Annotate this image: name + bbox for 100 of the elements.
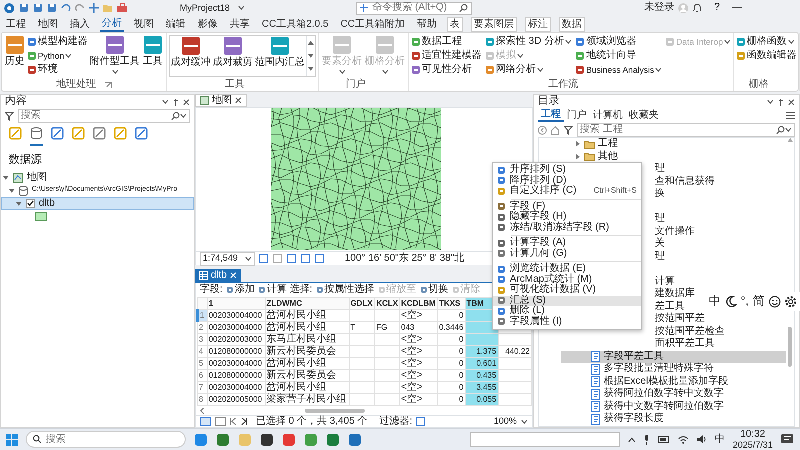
dialog-launcher-icon[interactable] bbox=[104, 82, 112, 88]
ribbon-button[interactable]: Python bbox=[27, 49, 88, 63]
search-box[interactable]: 搜索 bbox=[18, 109, 190, 123]
menu-item[interactable]: 降序排列 (D) bbox=[493, 176, 641, 186]
row-number[interactable]: 8 bbox=[198, 394, 208, 406]
tree-item-label[interactable]: 其他 bbox=[598, 150, 618, 163]
menu-item[interactable]: 冻结/取消冻结字段 (R) bbox=[493, 222, 641, 233]
moon-icon[interactable] bbox=[724, 296, 737, 308]
catalog-tab[interactable]: 工程 bbox=[538, 109, 564, 122]
app-icon[interactable] bbox=[260, 432, 274, 446]
menu-item[interactable]: ArcMap式统计 (M) bbox=[493, 274, 641, 285]
tree-item-label[interactable]: 获得中文数字转阿拉伯数字 bbox=[604, 400, 724, 413]
tree-item-label[interactable]: 换 bbox=[655, 188, 665, 200]
pan-icon[interactable] bbox=[89, 3, 99, 13]
row-number[interactable]: 3 bbox=[198, 334, 208, 346]
card-view-icon[interactable] bbox=[215, 417, 226, 426]
search-field[interactable]: 搜索 工程 bbox=[580, 124, 776, 136]
tree-item-label[interactable]: 多字段批量清理特殊字符 bbox=[604, 363, 714, 376]
gallery-item[interactable]: 范围内汇总 bbox=[254, 36, 306, 76]
tree-item-label[interactable]: 获得阿拉伯数字转中文数字 bbox=[604, 388, 724, 400]
close-icon[interactable] bbox=[183, 98, 190, 106]
tree-item-label[interactable]: 文件操作 bbox=[655, 226, 695, 238]
horizontal-scrollbar[interactable] bbox=[305, 409, 365, 413]
ime-button[interactable]: 简 bbox=[753, 294, 765, 309]
table-view-icon[interactable] bbox=[200, 417, 211, 426]
catalog-tab[interactable]: 门户 bbox=[564, 110, 590, 121]
ime-button[interactable]: °, bbox=[740, 294, 749, 309]
tree-item-label[interactable]: 计算 bbox=[655, 276, 675, 288]
scale-field[interactable]: 1:74,549 bbox=[200, 252, 255, 266]
toolbar-icon[interactable] bbox=[93, 127, 106, 140]
catalog-tab[interactable]: 计算机 bbox=[590, 110, 626, 121]
wifi-icon[interactable] bbox=[678, 435, 689, 444]
catalog-tab[interactable]: 收藏夹 bbox=[626, 110, 662, 121]
collapse-arrow-icon[interactable] bbox=[16, 200, 22, 207]
scroll-left-icon[interactable] bbox=[200, 408, 205, 414]
tree-item-label[interactable]: 获得字段长度 bbox=[604, 413, 664, 426]
ribbon-tab[interactable]: 插入 bbox=[68, 17, 92, 32]
expand-arrow-icon[interactable] bbox=[575, 141, 581, 148]
redo-icon[interactable] bbox=[75, 3, 85, 13]
taskbar-clock[interactable]: 10:32 2025/7/31 bbox=[732, 430, 773, 450]
speaker-icon[interactable] bbox=[696, 435, 707, 444]
search-icon[interactable] bbox=[459, 4, 468, 12]
ribbon-tab[interactable]: 共享 bbox=[228, 17, 252, 32]
toolbar-button[interactable]: 切换 bbox=[420, 283, 449, 297]
ribbon-button[interactable]: 函数编辑器 bbox=[736, 49, 798, 63]
menu-item[interactable]: 隐藏字段 (H) bbox=[493, 212, 641, 222]
menu-item[interactable]: 自定义排序 (C) Ctrl+Shift+S bbox=[493, 186, 641, 196]
view-tab[interactable]: dltb bbox=[195, 269, 242, 282]
tree-item-label[interactable]: 关 bbox=[655, 238, 665, 250]
menu-item[interactable]: 汇总 (S) bbox=[493, 296, 641, 306]
ribbon-button[interactable]: 数据工程 bbox=[411, 35, 482, 49]
home-icon[interactable] bbox=[551, 126, 560, 134]
gallery-item[interactable]: 成对裁剪 bbox=[212, 36, 254, 76]
row-number[interactable]: 4 bbox=[198, 346, 208, 358]
undo-icon[interactable] bbox=[61, 3, 71, 13]
chevron-up-icon[interactable] bbox=[628, 436, 636, 442]
ribbon-button[interactable]: 历史 bbox=[4, 35, 26, 68]
taskbar-input-field[interactable] bbox=[470, 432, 620, 447]
column-header[interactable]: ZLDWMC bbox=[265, 298, 350, 310]
ribbon-button[interactable]: 领域浏览器 bbox=[575, 35, 662, 49]
filter-tool-icon[interactable] bbox=[416, 416, 426, 426]
tree-item-label[interactable]: 按范围平差 bbox=[655, 313, 705, 326]
toolbar-icon[interactable] bbox=[51, 127, 64, 140]
gallery-item[interactable]: 成对缓冲 bbox=[170, 36, 212, 76]
menu-item[interactable]: 计算字段 (A) bbox=[493, 238, 641, 248]
tree-item-label[interactable]: 差工具 bbox=[655, 300, 685, 313]
vertical-scrollbar[interactable] bbox=[788, 327, 792, 367]
microphone-icon[interactable] bbox=[644, 434, 650, 444]
expand-gallery-icon[interactable] bbox=[308, 67, 314, 72]
toolbar-button[interactable]: 按属性选择 bbox=[316, 283, 375, 297]
search-icon[interactable] bbox=[171, 112, 180, 120]
search-field[interactable]: 搜索 bbox=[21, 110, 171, 122]
tree-item-label[interactable]: 面积平差工具 bbox=[655, 338, 715, 350]
menu-item[interactable]: 升序排列 (S) bbox=[493, 165, 641, 176]
filter-icon[interactable] bbox=[564, 126, 573, 134]
ribbon-tab[interactable]: 视图 bbox=[132, 17, 156, 32]
app-logo-icon[interactable] bbox=[4, 2, 15, 14]
tree-item-label[interactable]: 建数据库 bbox=[655, 288, 695, 300]
toolbar-button[interactable]: 计算 bbox=[258, 283, 287, 297]
smiley-icon[interactable] bbox=[769, 296, 781, 308]
row-number[interactable]: 6 bbox=[198, 370, 208, 382]
ribbon-button[interactable]: 可见性分析 bbox=[411, 63, 482, 77]
ribbon-tab[interactable]: 要素图层 bbox=[471, 17, 518, 32]
ribbon-button[interactable]: 模型构建器 bbox=[27, 35, 88, 49]
close-icon[interactable] bbox=[788, 98, 795, 106]
selected-row[interactable]: 字段平差工具 bbox=[561, 350, 786, 363]
ribbon-button[interactable]: 地统计向导 bbox=[575, 49, 662, 63]
ribbon-tab[interactable]: 表 bbox=[447, 17, 464, 32]
database-icon[interactable] bbox=[30, 127, 43, 140]
search-box[interactable]: 搜索 工程 bbox=[577, 123, 795, 137]
ribbon-tab[interactable]: 地图 bbox=[36, 17, 60, 32]
ribbon-tab[interactable]: CC工具箱2.0.5 bbox=[260, 17, 331, 32]
close-icon[interactable] bbox=[235, 97, 242, 104]
tree-item-label[interactable]: 地图 bbox=[27, 172, 47, 184]
checkbox-checked-icon[interactable] bbox=[26, 199, 35, 208]
windows-icon[interactable] bbox=[6, 434, 18, 446]
ribbon-tab[interactable]: 影像 bbox=[196, 17, 220, 32]
tree-item-label[interactable]: 工程 bbox=[598, 138, 618, 150]
filter-icon[interactable] bbox=[5, 112, 14, 120]
settings-icon[interactable] bbox=[785, 296, 797, 308]
